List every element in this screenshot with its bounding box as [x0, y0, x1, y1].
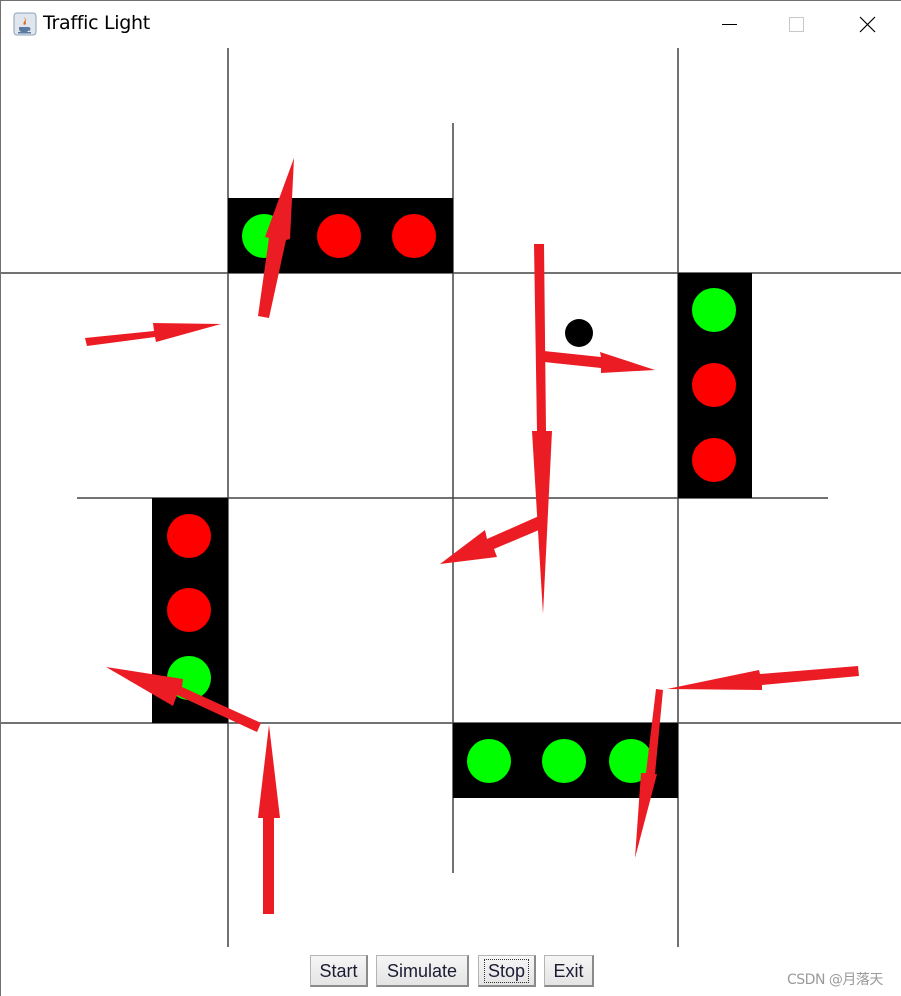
maximize-button[interactable]: [773, 1, 819, 47]
watermark: CSDN @月落天: [787, 972, 883, 988]
road-grid: [1, 48, 901, 947]
arrow-left-icon: [667, 666, 859, 690]
car-dot: [565, 319, 593, 347]
stop-button[interactable]: Stop: [478, 955, 536, 987]
close-button[interactable]: [845, 1, 891, 47]
traffic-light-east: [678, 273, 752, 498]
start-label: Start: [319, 961, 358, 981]
close-icon: [859, 16, 876, 33]
window-title: Traffic Light: [43, 12, 150, 34]
signal-lamp-green: [542, 739, 586, 783]
intersection-canvas: [1, 47, 901, 951]
arrow-down-left-icon: [440, 516, 546, 564]
maximize-icon: [789, 17, 804, 32]
control-buttons: Start Simulate Stop Exit: [1, 955, 901, 991]
signal-lamp-red: [392, 214, 436, 258]
signal-lamp-green: [467, 739, 511, 783]
arrow-right-icon: [544, 351, 655, 373]
minimize-icon: [722, 24, 737, 25]
minimize-button[interactable]: [705, 1, 751, 47]
java-coffee-cup-icon: [13, 12, 37, 36]
signal-lamp-red: [692, 438, 736, 482]
exit-button[interactable]: Exit: [544, 955, 594, 987]
start-button[interactable]: Start: [310, 955, 368, 987]
app-window: Traffic Light Start Simulate Stop Exit C…: [0, 0, 901, 996]
exit-label: Exit: [553, 961, 584, 981]
signal-lamp-red: [167, 514, 211, 558]
simulate-label: Simulate: [386, 961, 458, 981]
stop-label: Stop: [483, 959, 530, 983]
simulate-button[interactable]: Simulate: [376, 955, 469, 987]
arrow-up-icon: [258, 725, 280, 914]
signal-lamp-red: [317, 214, 361, 258]
arrow-down-icon: [532, 244, 552, 614]
arrow-right-icon: [85, 323, 221, 346]
title-bar[interactable]: Traffic Light: [1, 1, 901, 47]
signal-lamp-red: [692, 363, 736, 407]
signal-lamp-red: [167, 588, 211, 632]
traffic-light-north: [228, 198, 453, 273]
signal-lamp-green: [692, 288, 736, 332]
